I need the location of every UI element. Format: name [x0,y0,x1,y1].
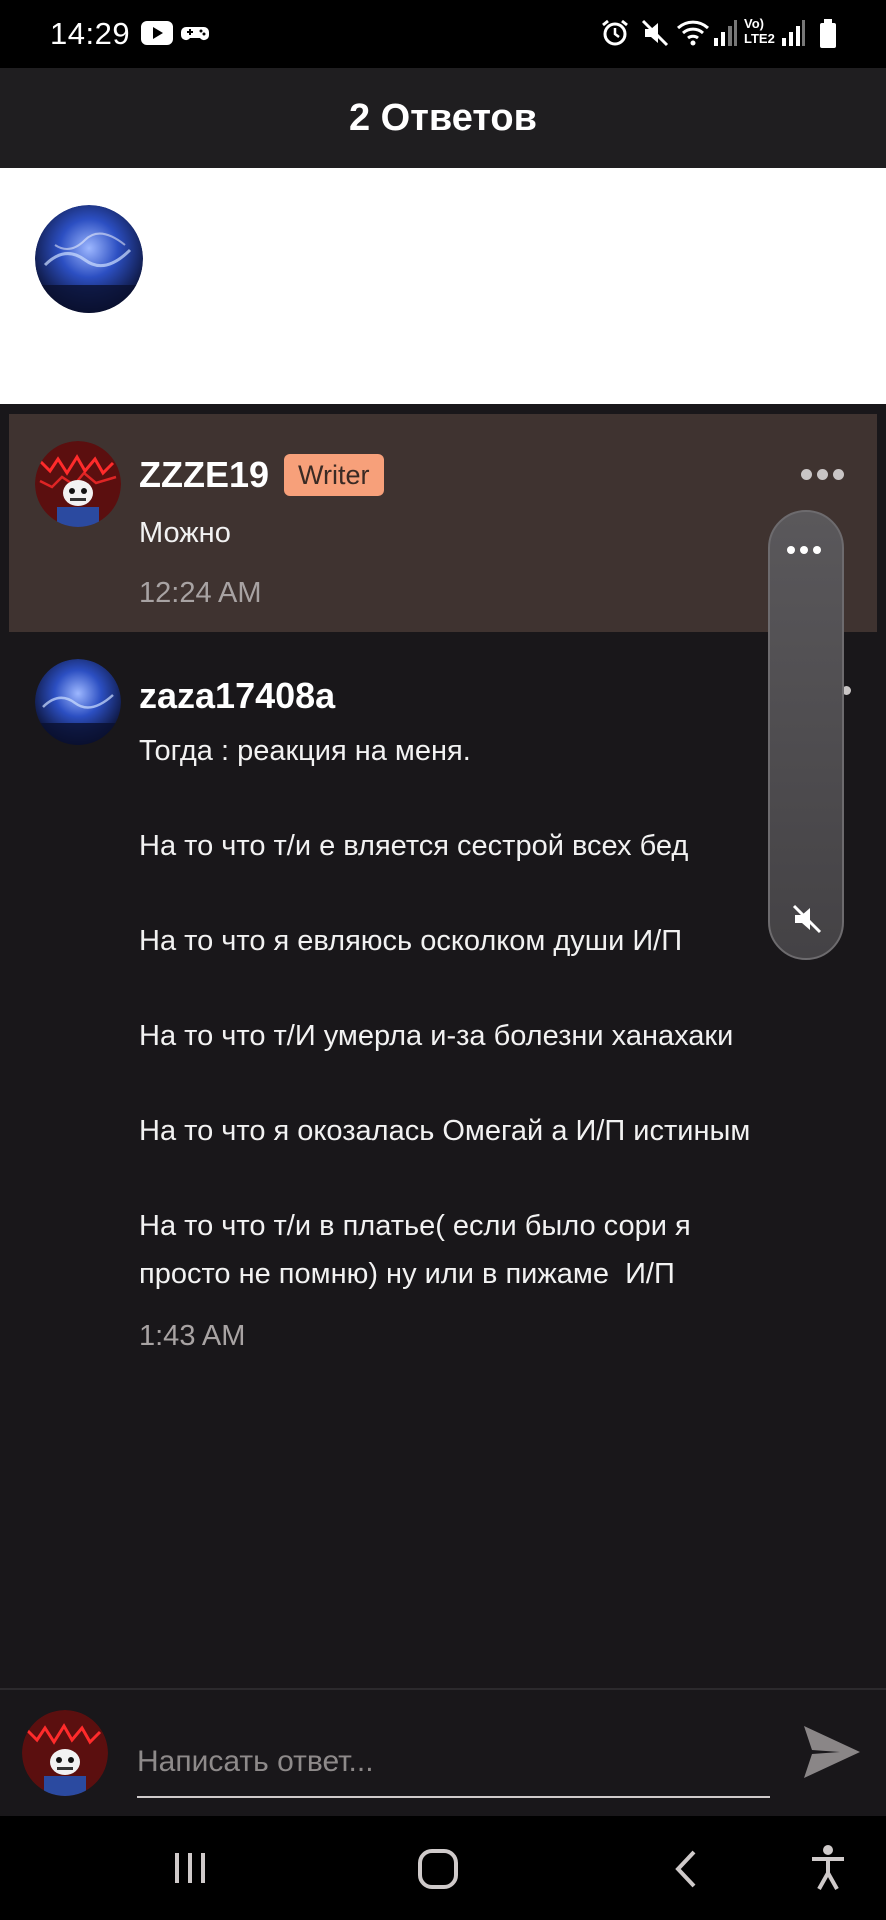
section-divider [0,404,886,414]
comment-time: 12:24 AM [139,577,262,609]
page-title: 2 Ответов [348,96,538,139]
back-icon[interactable] [672,1848,700,1895]
current-user-avatar [22,1710,108,1796]
signal-icon [712,18,738,53]
accessibility-icon[interactable] [808,1844,848,1897]
wifi-icon [676,18,710,53]
comment-avatar[interactable] [35,441,121,527]
more-options-icon[interactable] [801,469,844,480]
signal-icon [780,18,806,53]
mute-icon [640,18,670,53]
alarm-icon [600,18,630,53]
comment-text: Тогда : реакция на меня. На то что т/и е… [139,735,751,1290]
status-bar: 14:29 Vo) LTE2 [0,0,886,68]
floating-side-panel[interactable] [768,510,844,960]
original-post-card[interactable] [0,168,886,404]
volte-icon: Vo) LTE2 [744,16,775,46]
reply-input[interactable] [137,1728,770,1798]
status-time: 14:29 [50,16,131,51]
post-author-avatar[interactable] [35,205,143,313]
battery-icon [818,18,838,55]
send-icon[interactable] [800,1722,864,1787]
comment-time: 1:43 AM [139,1320,246,1352]
volte-top-label: Vo) [744,16,764,31]
youtube-icon [140,18,174,53]
comment-avatar[interactable] [35,659,121,745]
comment-text: Можно [139,517,231,549]
writer-badge: Writer [284,454,384,496]
panel-more-icon[interactable] [787,546,821,554]
mute-icon[interactable] [790,902,824,941]
system-nav-bar [0,1816,886,1920]
gamepad-icon [180,18,210,53]
comment-username[interactable]: ZZZE19 [139,454,269,496]
comment-username[interactable]: zaza17408a [139,675,335,717]
recent-apps-icon[interactable] [172,1850,208,1891]
volte-bottom-label: LTE2 [744,31,775,46]
page-header: 2 Ответов [0,68,886,168]
home-icon[interactable] [417,1848,459,1895]
